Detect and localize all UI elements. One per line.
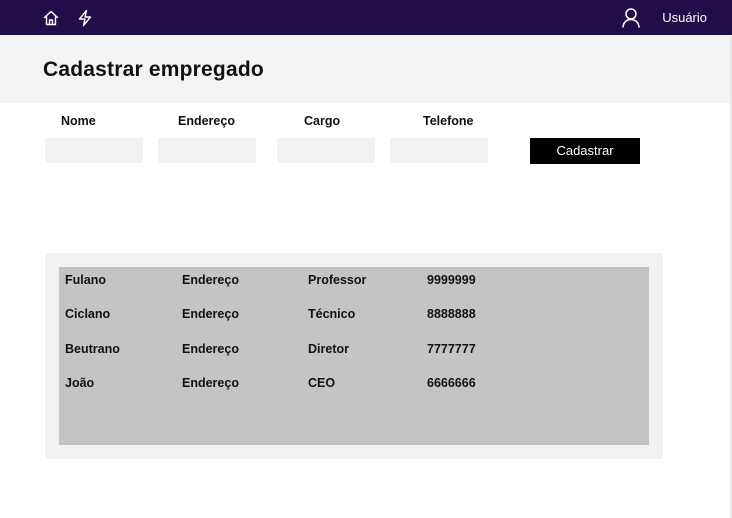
row-address: Endereço [182, 273, 239, 287]
row-role: Diretor [308, 342, 349, 356]
row-role: Professor [308, 273, 367, 287]
role-label: Cargo [304, 114, 341, 128]
row-name: Ciclano [65, 307, 111, 321]
page-title: Cadastrar empregado [43, 58, 264, 81]
row-address: Endereço [182, 376, 239, 390]
row-address: Endereço [182, 307, 239, 321]
user-menu-label[interactable]: Usuário [662, 10, 707, 26]
employee-table [59, 267, 649, 445]
lightning-icon[interactable] [77, 9, 93, 27]
register-button[interactable]: Cadastrar [530, 138, 640, 164]
row-phone: 6666666 [427, 376, 476, 390]
phone-input[interactable] [390, 138, 488, 163]
address-label: Endereço [178, 114, 235, 128]
name-label: Nome [61, 114, 96, 128]
row-role: Técnico [308, 307, 356, 321]
address-input[interactable] [158, 138, 256, 163]
row-phone: 7777777 [427, 342, 476, 356]
row-phone: 8888888 [427, 307, 476, 321]
user-icon[interactable] [621, 7, 641, 28]
role-input[interactable] [277, 138, 375, 163]
row-name: João [65, 376, 95, 390]
row-address: Endereço [182, 342, 239, 356]
name-input[interactable] [45, 138, 143, 163]
row-phone: 9999999 [427, 273, 476, 287]
row-name: Fulano [65, 273, 106, 287]
home-icon[interactable] [42, 9, 60, 27]
top-nav-bar: Usuário [0, 0, 732, 35]
row-name: Beutrano [65, 342, 120, 356]
phone-label: Telefone [423, 114, 474, 128]
row-role: CEO [308, 376, 336, 390]
